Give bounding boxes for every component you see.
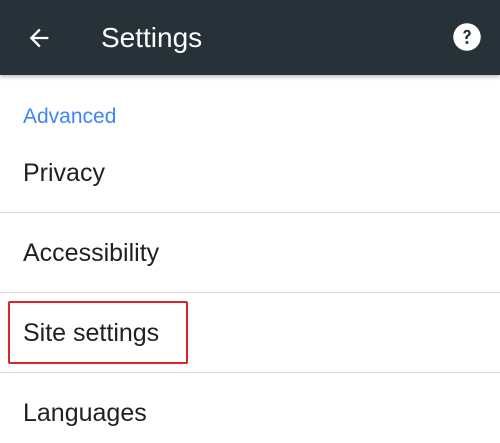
settings-item-label: Site settings <box>23 319 160 347</box>
settings-screen: Settings Advanced Privacy Accessibility … <box>0 0 500 443</box>
back-button[interactable] <box>14 13 64 63</box>
settings-item-site-settings[interactable]: Site settings <box>0 293 500 372</box>
help-circle-icon <box>453 23 481 51</box>
help-button[interactable] <box>446 16 488 58</box>
settings-item-privacy[interactable]: Privacy <box>0 140 500 212</box>
settings-item-label: Languages <box>23 399 147 427</box>
section-header-advanced: Advanced <box>23 105 117 128</box>
settings-item-label: Accessibility <box>23 239 160 267</box>
settings-item-accessibility[interactable]: Accessibility <box>0 213 500 292</box>
page-title: Settings <box>101 22 203 53</box>
settings-item-languages[interactable]: Languages <box>0 373 500 443</box>
arrow-left-icon <box>29 28 49 48</box>
app-bar: Settings <box>0 0 500 75</box>
settings-item-label: Privacy <box>23 159 105 187</box>
